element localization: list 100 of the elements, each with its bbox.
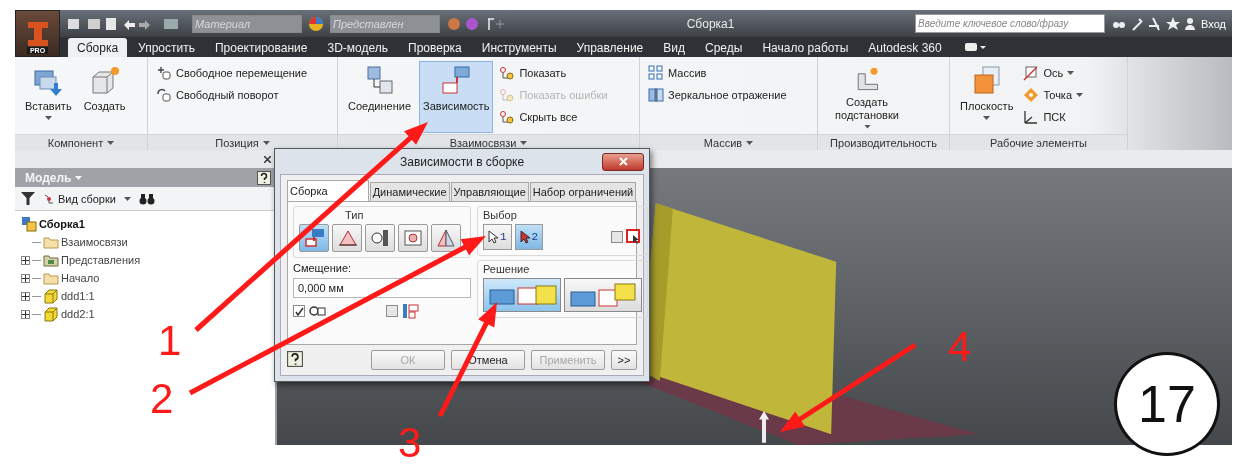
caret-icon	[123, 196, 131, 201]
expand-toggle[interactable]	[21, 273, 30, 283]
checkbox[interactable]	[293, 305, 305, 317]
binoculars-icon[interactable]	[138, 192, 155, 205]
group-title: Тип	[344, 209, 365, 221]
panel-title: Позиция	[215, 136, 259, 149]
panel-title: Рабочие элементы	[990, 136, 1087, 149]
close-icon[interactable]	[264, 155, 271, 163]
link-bulb-icon	[499, 87, 516, 103]
panel-title: Производительность	[830, 136, 937, 149]
folder-icon	[43, 234, 59, 250]
cursor-icon	[519, 230, 530, 244]
ribbon-tab[interactable]: Проверка	[399, 38, 471, 57]
material-field[interactable]: Материал	[192, 14, 302, 33]
color-wheel-icon[interactable]	[308, 15, 324, 32]
toolbar-icons[interactable]	[446, 15, 506, 32]
mate-icon	[303, 227, 325, 249]
close-icon	[618, 157, 628, 166]
solution-button[interactable]	[483, 278, 561, 312]
ribbon-tab[interactable]: Инструменты	[472, 38, 566, 57]
grid-icon	[648, 65, 664, 81]
sign-in-link[interactable]: Вход	[1201, 17, 1226, 30]
ribbon-button[interactable]: Зависимость	[419, 61, 494, 133]
dialog-tab[interactable]: Динамические	[369, 182, 450, 201]
ribbon-button[interactable]: Скрыть все	[497, 108, 610, 126]
folder-icon	[43, 270, 59, 286]
ribbon-button[interactable]: Соединение	[344, 61, 416, 133]
insert-icon	[402, 227, 424, 249]
ribbon-tab[interactable]: Вид	[654, 38, 694, 57]
caret-icon	[75, 175, 83, 180]
solution-button[interactable]	[564, 278, 642, 312]
ribbon-button[interactable]: Свободный поворот	[154, 86, 310, 104]
tree-item[interactable]: ddd1:1	[61, 290, 95, 302]
tree-item[interactable]: Взаимосвязи	[61, 236, 128, 248]
tree-item[interactable]: ddd2:1	[61, 308, 95, 320]
callout-number: 2	[150, 378, 174, 420]
triad-icon	[759, 410, 770, 443]
ribbon-tab[interactable]: Autodesk 360	[859, 38, 951, 57]
help-button[interactable]	[287, 351, 305, 369]
close-button[interactable]	[602, 152, 644, 171]
ribbon-button[interactable]: Массив	[646, 64, 789, 82]
dialog-tab[interactable]: Набор ограничений	[529, 182, 637, 201]
camera-icon[interactable]	[964, 41, 987, 53]
ribbon-button[interactable]: Свободное перемещение	[154, 64, 310, 82]
tree-item[interactable]: Представления	[61, 254, 141, 266]
ribbon-button[interactable]: Плоскость	[956, 61, 1018, 133]
checkbox[interactable]	[386, 305, 398, 317]
ribbon-button[interactable]: Создать	[79, 61, 130, 133]
selection-button[interactable]: 2	[514, 224, 544, 250]
group-title: Выбор	[483, 209, 518, 221]
type-button[interactable]	[365, 224, 395, 252]
tree-view-icon	[43, 192, 55, 205]
ribbon-button[interactable]: ПСК	[1021, 108, 1086, 126]
ribbon-button[interactable]: Точка	[1021, 86, 1086, 104]
panel-title: Массив	[703, 136, 743, 149]
rotate-box-icon	[156, 87, 172, 103]
ribbon-tab[interactable]: 3D-модель	[318, 38, 397, 57]
offset-label: Смещение:	[293, 262, 353, 274]
ribbon-tab[interactable]: Упростить	[129, 38, 204, 57]
ribbon-tab[interactable]: Сборка	[68, 38, 128, 57]
ribbon-button[interactable]: Ось	[1021, 64, 1086, 82]
ribbon-tab[interactable]: Среды	[696, 38, 752, 57]
ribbon-button[interactable]: Создать подстановки	[824, 61, 910, 133]
search-field[interactable]: Введите ключевое слово/фразу	[915, 14, 1106, 33]
dialog-button[interactable]: >>	[611, 350, 637, 370]
dialog-tab[interactable]: Сборка	[287, 180, 369, 201]
filter-icon[interactable]	[21, 192, 35, 205]
offset-field[interactable]: 0,000 мм	[293, 278, 471, 298]
expand-toggle[interactable]	[21, 291, 30, 301]
i-beam-icon	[26, 21, 49, 47]
toolbar-icons[interactable]	[1111, 15, 1196, 32]
ribbon-button[interactable]: Показать	[497, 64, 610, 82]
ribbon-tab[interactable]: Проектирование	[205, 38, 317, 57]
predict-icon	[401, 302, 419, 320]
dialog-tab[interactable]: Управляющие	[450, 182, 529, 201]
type-button[interactable]	[398, 224, 428, 252]
axes-icon	[1023, 109, 1040, 125]
ribbon-button[interactable]: Вставить	[21, 61, 76, 133]
view-dropdown[interactable]: Вид сборки	[43, 192, 116, 205]
ribbon-tab[interactable]: Начало работы	[753, 38, 858, 57]
ribbon-tab[interactable]: Управление	[567, 38, 653, 57]
assembly-icon	[21, 216, 37, 232]
panel-title: Компонент	[47, 136, 104, 149]
type-button[interactable]	[431, 224, 461, 252]
callout-number: 4	[948, 326, 972, 368]
tree-item[interactable]: Сборка1	[39, 218, 85, 230]
cubes-icon	[567, 282, 639, 308]
checkbox[interactable]	[611, 231, 623, 243]
tree-item[interactable]: Начало	[61, 272, 100, 284]
point-icon	[1023, 87, 1040, 103]
cubes-icon	[486, 282, 558, 308]
tangent-icon	[369, 227, 391, 249]
expand-toggle[interactable]	[21, 255, 30, 265]
selection-button[interactable]: 1	[483, 224, 512, 250]
appearance-field[interactable]: Представлен	[330, 14, 440, 33]
help-icon	[287, 351, 303, 367]
type-button[interactable]	[332, 224, 362, 252]
ribbon-button[interactable]: Зеркальное отражение	[646, 86, 789, 104]
cube-icon	[43, 288, 59, 304]
expand-toggle[interactable]	[21, 309, 30, 319]
